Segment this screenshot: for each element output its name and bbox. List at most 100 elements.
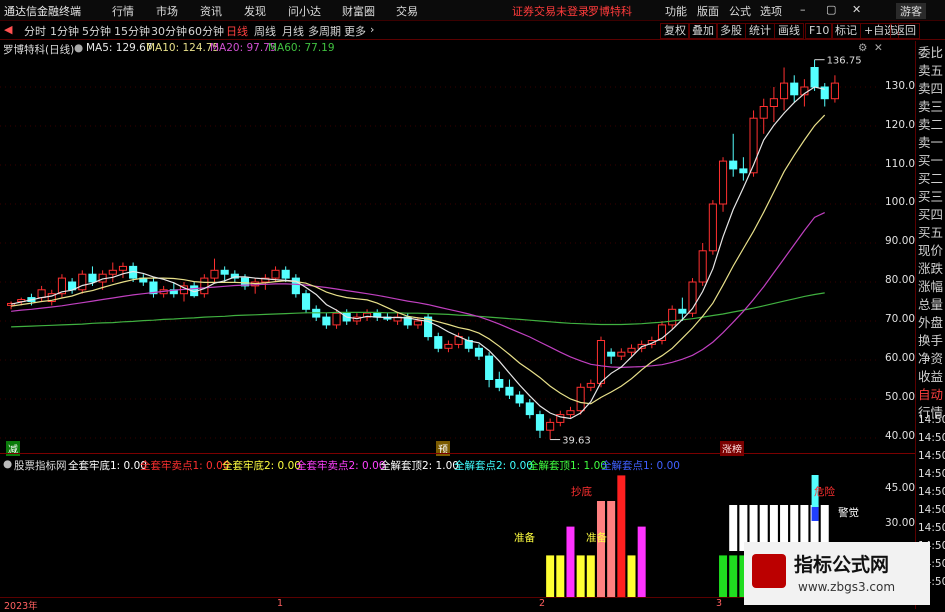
candle-body — [810, 67, 819, 88]
candle-body — [759, 106, 768, 119]
time-label: 14:50 — [918, 522, 945, 534]
candle-body — [790, 82, 799, 96]
tool-fuquan[interactable]: 复权 — [660, 23, 690, 39]
label-change: 涨跌 — [918, 261, 944, 276]
candlestick-chart[interactable]: 136.75 39.63 — [0, 41, 915, 450]
tool-duogu[interactable]: 多股 — [716, 23, 746, 39]
maximize-icon[interactable]: ▢ — [826, 3, 836, 16]
candle-body — [525, 402, 534, 416]
indicator-bar — [607, 501, 616, 597]
period-more[interactable]: 更多 — [344, 23, 366, 39]
tool-tongji[interactable]: 统计 — [745, 23, 775, 39]
label-auto[interactable]: 自动 — [918, 387, 943, 403]
period-1min[interactable]: 1分钟 — [50, 23, 79, 39]
y-tick-80: 80.00 — [885, 274, 916, 286]
candle-body — [434, 336, 443, 349]
close-icon[interactable]: ✕ — [852, 3, 861, 16]
pane-divider[interactable] — [0, 453, 915, 454]
date-year: 2023年 — [4, 601, 38, 612]
candle-body — [739, 168, 748, 174]
candle-body — [505, 386, 514, 396]
tool-diejia[interactable]: 叠加 — [688, 23, 718, 39]
candle-body — [322, 316, 331, 326]
indicator-white-bar — [729, 505, 738, 551]
menu-gongneng[interactable]: 功能 — [665, 3, 687, 19]
trade-login-status[interactable]: 证券交易未登录 — [512, 3, 589, 19]
time-label: 14:50 — [918, 486, 945, 498]
menu-zixun[interactable]: 资讯 — [200, 3, 222, 19]
candle-body — [332, 312, 341, 326]
menu-gongshi[interactable]: 公式 — [729, 3, 751, 19]
candle-body — [444, 343, 453, 349]
menu-wenxiaoda[interactable]: 问小达 — [288, 3, 321, 19]
indicator-bar — [729, 555, 738, 597]
time-label: 14:50 — [918, 432, 945, 444]
menu-jiaoyi[interactable]: 交易 — [396, 3, 418, 19]
period-weekly[interactable]: 周线 — [254, 23, 276, 39]
candle-body — [413, 320, 422, 326]
indicator-bar — [556, 555, 565, 597]
candle-body — [698, 250, 707, 283]
menu-shichang[interactable]: 市场 — [156, 3, 178, 19]
candle-body — [708, 203, 717, 252]
indicator-bar — [586, 555, 595, 597]
indicator-bar — [576, 555, 585, 597]
candle-body — [830, 82, 839, 100]
more-chevron-icon[interactable]: › — [370, 23, 374, 36]
label-weibi[interactable]: 委比 — [918, 45, 943, 61]
max-price-label: 136.75 — [827, 56, 862, 67]
menu-banmian[interactable]: 版面 — [697, 3, 719, 19]
label-turnover: 换手 — [918, 333, 944, 348]
menu-caifuquan[interactable]: 财富圈 — [342, 3, 375, 19]
time-label: 14:50 — [918, 468, 945, 480]
watermark-logo — [752, 554, 786, 588]
period-30min[interactable]: 30分钟 — [151, 23, 187, 39]
period-15min[interactable]: 15分钟 — [114, 23, 150, 39]
candle-body — [78, 273, 87, 291]
candle-body — [576, 386, 585, 412]
date-month-1: 1 — [277, 598, 284, 609]
candle-body — [617, 351, 626, 357]
time-label: 14:50 — [918, 450, 945, 462]
candle-body — [586, 382, 595, 388]
candle-body — [769, 98, 778, 108]
tool-f10[interactable]: F10 — [805, 23, 834, 39]
indicator-bar — [719, 555, 728, 597]
candle-body — [678, 308, 687, 314]
tool-fanhui[interactable]: 返回 — [890, 23, 920, 39]
period-multi[interactable]: 多周期 — [308, 23, 341, 39]
candle-body — [301, 293, 311, 310]
y-tick-40: 40.00 — [885, 430, 916, 442]
candle-body — [668, 308, 677, 326]
candle-body — [596, 340, 606, 384]
y-tick-90: 90.00 — [885, 235, 916, 247]
tool-huaxian[interactable]: 画线 — [774, 23, 804, 39]
user-guest-button[interactable]: 游客 — [896, 3, 926, 19]
label-buy2: 买二 — [918, 171, 944, 186]
period-5min[interactable]: 5分钟 — [82, 23, 111, 39]
candle-body — [108, 269, 117, 275]
menu-xuanxiang[interactable]: 选项 — [760, 3, 782, 19]
label-earning: 收益 — [918, 369, 944, 384]
minimize-icon[interactable]: – — [800, 3, 806, 16]
period-daily[interactable]: 日线 — [226, 23, 248, 39]
candle-body — [495, 379, 504, 388]
candle-body — [535, 414, 545, 431]
indicator-bar — [627, 555, 636, 597]
label-sell3: 卖三 — [918, 99, 944, 114]
candle-body — [515, 394, 524, 404]
triangle-icon[interactable]: ◀ — [4, 23, 12, 36]
watermark-banner: 指标公式网 www.zbgs3.com — [744, 542, 930, 605]
tool-biaoji[interactable]: 标记 — [831, 23, 861, 39]
candle-body — [37, 289, 46, 299]
period-fenshi[interactable]: 分时 — [24, 23, 46, 39]
indicator-bar — [596, 501, 605, 597]
period-60min[interactable]: 60分钟 — [188, 23, 224, 39]
menu-hangqing[interactable]: 行情 — [112, 3, 134, 19]
app-title: 通达信金融终端 — [4, 5, 81, 18]
menu-faxian[interactable]: 发现 — [244, 3, 266, 19]
indicator-bar — [566, 526, 575, 597]
period-monthly[interactable]: 月线 — [282, 23, 304, 39]
y-tick-50: 50.00 — [885, 391, 916, 403]
y-tick-70: 70.00 — [885, 313, 916, 325]
